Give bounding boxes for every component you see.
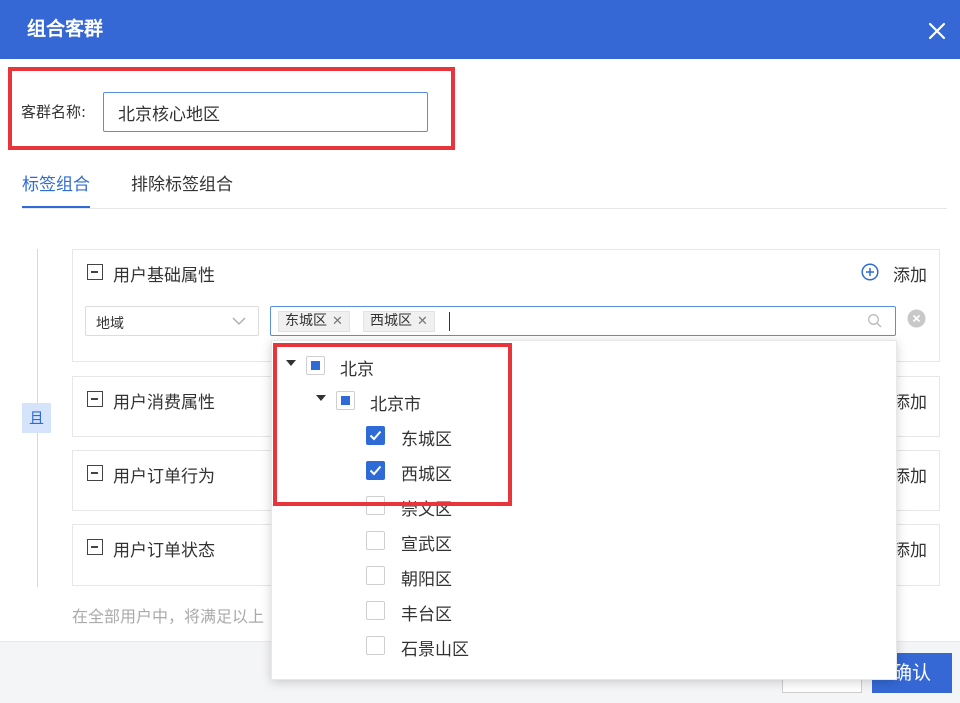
field-select-value: 地域 (96, 316, 124, 332)
remove-condition-icon[interactable] (907, 309, 926, 328)
tree-node-beijing[interactable]: 北京 (284, 351, 584, 381)
selected-tag: 西城区 ✕ (363, 311, 435, 332)
tab-bar: 标签组合 排除标签组合 (22, 166, 947, 209)
chevron-down-icon (232, 317, 246, 325)
group-title: 用户订单状态 (113, 541, 215, 561)
collapse-icon[interactable] (87, 391, 103, 407)
tree-checkbox[interactable] (366, 531, 385, 550)
tree-checkbox[interactable] (366, 601, 385, 620)
region-tree-dropdown: 北京 北京市 东城区 西城区 崇文区 宣武区 朝阳区 丰台区 石景山区 (271, 340, 897, 680)
tree-node-xuanwu[interactable]: 宣武区 (366, 526, 666, 556)
tree-checkbox[interactable] (336, 391, 355, 410)
logic-and-badge[interactable]: 且 (22, 403, 51, 433)
tree-node-label: 北京 (340, 360, 374, 380)
add-circle-icon[interactable] (861, 263, 879, 281)
tree-checkbox[interactable] (366, 461, 385, 480)
check-icon (369, 430, 382, 441)
collapse-icon[interactable] (87, 264, 103, 280)
tree-node-fengtai[interactable]: 丰台区 (366, 596, 666, 626)
tree-checkbox[interactable] (366, 636, 385, 655)
tab-exclude-tag-combination[interactable]: 排除标签组合 (131, 170, 233, 208)
group-name-label: 客群名称: (21, 103, 87, 121)
add-button[interactable]: 添加 (893, 388, 927, 413)
tag-remove-icon[interactable]: ✕ (417, 314, 428, 329)
summary-text: 在全部用户中，将满足以上 (72, 607, 265, 626)
group-name-input[interactable] (103, 92, 428, 132)
tree-node-label: 石景山区 (401, 640, 469, 660)
caret-down-icon[interactable] (286, 360, 296, 366)
search-icon (868, 314, 882, 328)
tree-checkbox[interactable] (306, 356, 325, 375)
text-caret (449, 312, 450, 331)
add-button[interactable]: 添加 (893, 536, 927, 561)
tree-node-shijingshan[interactable]: 石景山区 (366, 631, 666, 661)
check-icon (369, 465, 382, 476)
tree-node-label: 宣武区 (401, 535, 452, 555)
selected-tag: 东城区 ✕ (278, 311, 350, 332)
caret-down-icon[interactable] (316, 395, 326, 401)
tree-node-chaoyang[interactable]: 朝阳区 (366, 561, 666, 591)
tree-node-label: 北京市 (370, 395, 421, 415)
tab-tag-combination[interactable]: 标签组合 (22, 170, 90, 208)
tree-node-label: 崇文区 (401, 500, 452, 520)
tag-label: 西城区 (370, 313, 412, 329)
field-select[interactable]: 地域 (85, 306, 259, 336)
collapse-icon[interactable] (87, 465, 103, 481)
add-button[interactable]: 添加 (893, 261, 927, 286)
group-title: 用户基础属性 (113, 266, 215, 286)
tree-node-label: 西城区 (401, 465, 452, 485)
dialog-title: 组合客群 (27, 18, 104, 40)
tree-checkbox[interactable] (366, 496, 385, 515)
tree-checkbox[interactable] (366, 426, 385, 445)
group-title: 用户消费属性 (113, 393, 215, 413)
value-tag-input[interactable]: 东城区 ✕ 西城区 ✕ (270, 306, 896, 336)
tree-node-beijing-city[interactable]: 北京市 (314, 386, 614, 416)
tree-node-label: 东城区 (401, 430, 452, 450)
tree-node-label: 丰台区 (401, 605, 452, 625)
tree-node-chongwen[interactable]: 崇文区 (366, 491, 666, 521)
add-button[interactable]: 添加 (893, 462, 927, 487)
collapse-icon[interactable] (87, 539, 103, 555)
close-icon[interactable] (924, 18, 950, 44)
tree-node-xicheng[interactable]: 西城区 (366, 456, 666, 486)
tag-remove-icon[interactable]: ✕ (332, 314, 343, 329)
tag-label: 东城区 (285, 313, 327, 329)
group-title: 用户订单行为 (113, 467, 215, 487)
tree-node-dongcheng[interactable]: 东城区 (366, 421, 666, 451)
dialog-header: 组合客群 (0, 0, 960, 59)
tree-checkbox[interactable] (366, 566, 385, 585)
tree-node-label: 朝阳区 (401, 570, 452, 590)
